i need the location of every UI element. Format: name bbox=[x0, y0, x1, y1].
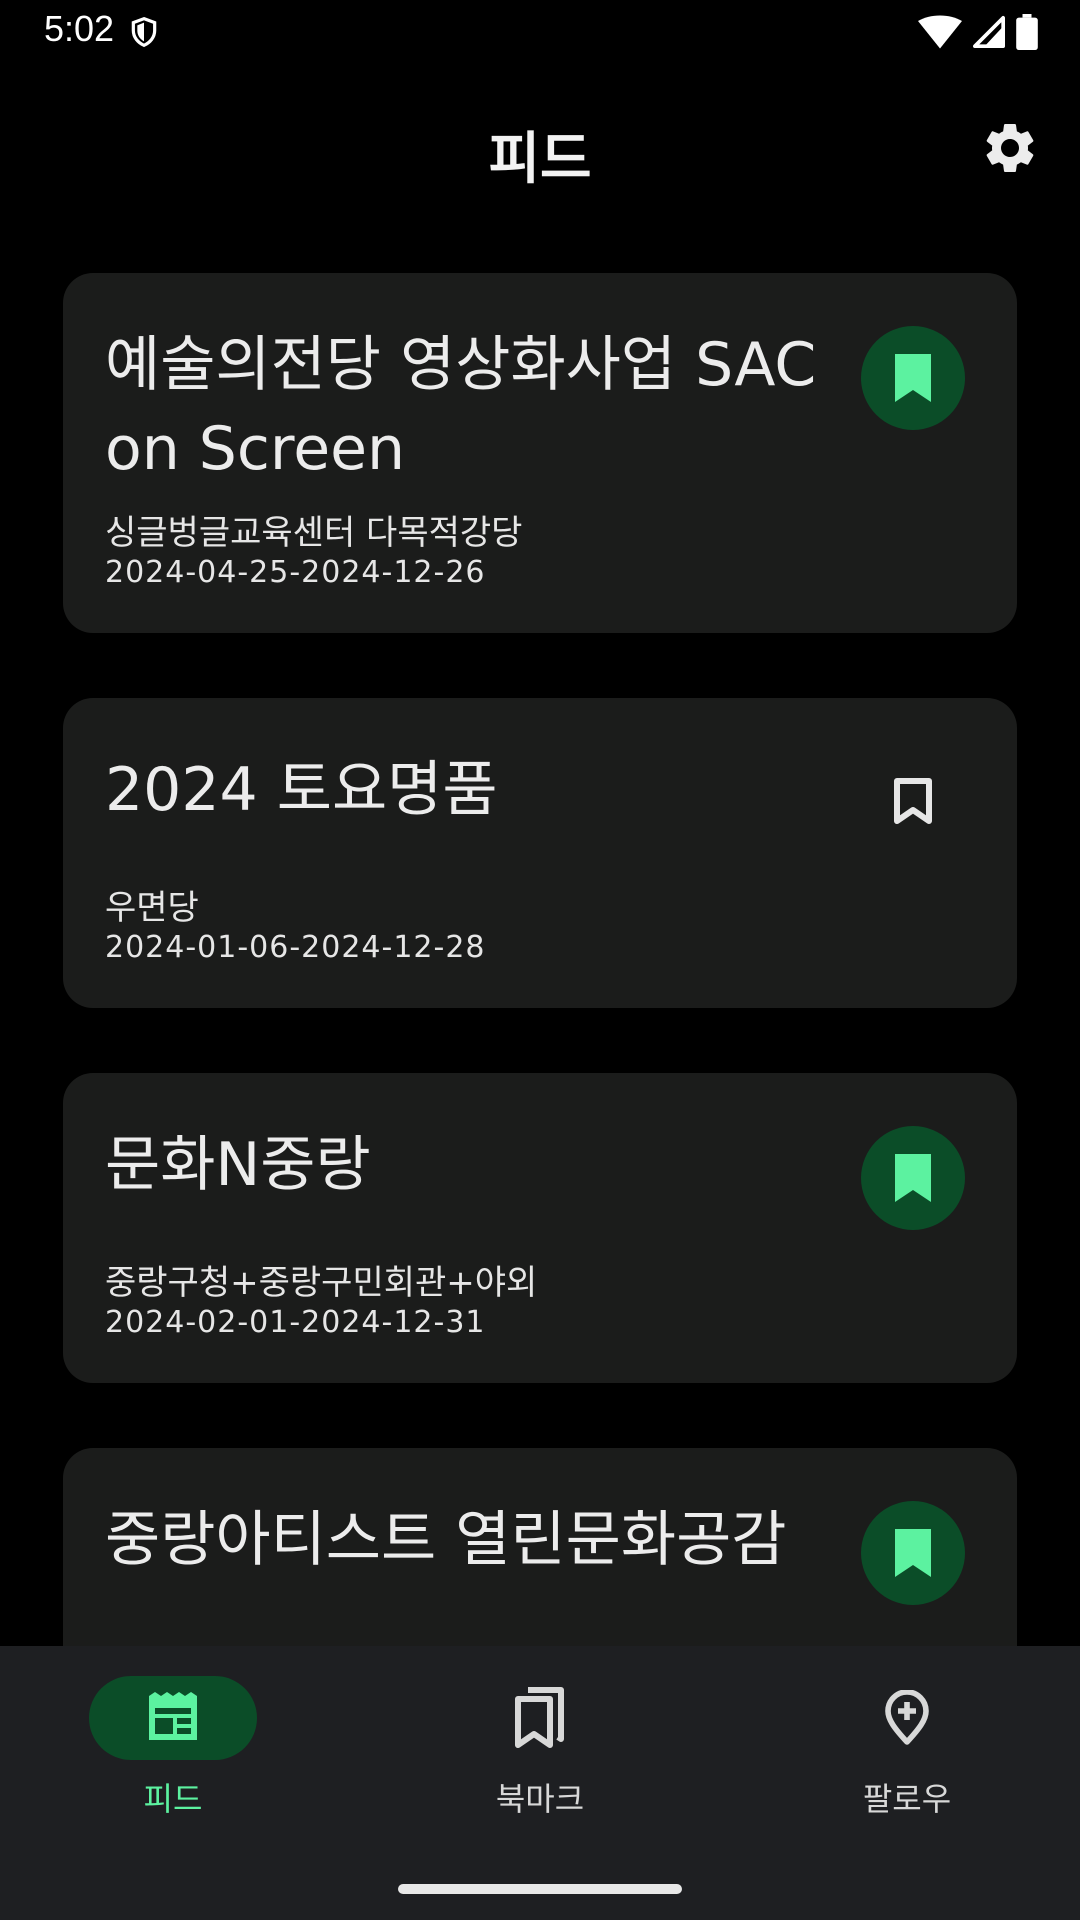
settings-button[interactable] bbox=[980, 118, 1040, 178]
nav-label: 피드 bbox=[143, 1780, 203, 1818]
nav-item-feed[interactable]: 피드 bbox=[78, 1676, 278, 1826]
bookmark-toggle-button[interactable] bbox=[861, 1126, 965, 1230]
card-title: 중랑아티스트 열린문화공감 bbox=[105, 1505, 787, 1575]
bookmark-filled-icon bbox=[895, 354, 931, 402]
status-bar: 5:02 bbox=[0, 0, 1080, 60]
feed-icon bbox=[149, 1692, 197, 1740]
screen: 5:02 피드 예술의전당 영상화사업 SAC on Screen 싱글벙글교육… bbox=[0, 0, 1080, 1920]
status-icons bbox=[918, 14, 1038, 50]
nav-label: 팔로우 bbox=[862, 1780, 952, 1818]
card-venue: 싱글벙글교육센터 다목적강당 bbox=[105, 513, 523, 553]
gear-icon bbox=[986, 123, 1034, 172]
card-title: 문화N중랑 bbox=[105, 1130, 371, 1200]
add-location-icon bbox=[885, 1690, 929, 1745]
card-venue: 중랑구청+중랑구민회관+야외 bbox=[105, 1263, 538, 1303]
bookmarks-icon bbox=[515, 1687, 564, 1748]
shield-icon bbox=[131, 16, 157, 48]
bookmark-outline-icon bbox=[894, 778, 932, 824]
card-date: 2024-04-25-2024-12-26 bbox=[105, 555, 486, 590]
nav-indicator bbox=[823, 1676, 991, 1760]
feed-card[interactable]: 문화N중랑 중랑구청+중랑구민회관+야외 2024-02-01-2024-12-… bbox=[63, 1073, 1017, 1383]
wifi-icon bbox=[918, 15, 962, 49]
card-title: 2024 토요명품 bbox=[105, 755, 498, 825]
bookmark-toggle-button[interactable] bbox=[861, 750, 965, 854]
nav-indicator bbox=[456, 1676, 624, 1760]
card-venue: 우면당 bbox=[105, 888, 199, 928]
nav-label: 북마크 bbox=[495, 1780, 585, 1818]
bookmark-toggle-button[interactable] bbox=[861, 326, 965, 430]
bookmark-toggle-button[interactable] bbox=[861, 1501, 965, 1605]
nav-item-follow[interactable]: 팔로우 bbox=[812, 1676, 1012, 1826]
bookmark-filled-icon bbox=[895, 1529, 931, 1577]
bookmark-filled-icon bbox=[895, 1154, 931, 1202]
status-time: 5:02 bbox=[44, 8, 115, 49]
card-title: 예술의전당 영상화사업 SAC on Screen bbox=[105, 330, 817, 484]
app-bar: 피드 bbox=[0, 100, 1080, 200]
battery-icon bbox=[1016, 14, 1038, 50]
page-title: 피드 bbox=[488, 127, 592, 192]
card-date: 2024-02-01-2024-12-31 bbox=[105, 1305, 486, 1340]
nav-indicator bbox=[89, 1676, 257, 1760]
home-indicator[interactable] bbox=[398, 1884, 682, 1894]
nav-item-bookmarks[interactable]: 북마크 bbox=[445, 1676, 645, 1826]
feed-list[interactable]: 예술의전당 영상화사업 SAC on Screen 싱글벙글교육센터 다목적강당… bbox=[63, 273, 1017, 1646]
card-date: 2024-01-06-2024-12-28 bbox=[105, 930, 486, 965]
feed-card[interactable]: 예술의전당 영상화사업 SAC on Screen 싱글벙글교육센터 다목적강당… bbox=[63, 273, 1017, 633]
signal-icon bbox=[972, 15, 1006, 49]
feed-card[interactable]: 중랑아티스트 열린문화공감 bbox=[63, 1448, 1017, 1646]
feed-card[interactable]: 2024 토요명품 우면당 2024-01-06-2024-12-28 bbox=[63, 698, 1017, 1008]
bottom-navigation: 피드 북마크 팔로우 bbox=[0, 1646, 1080, 1920]
